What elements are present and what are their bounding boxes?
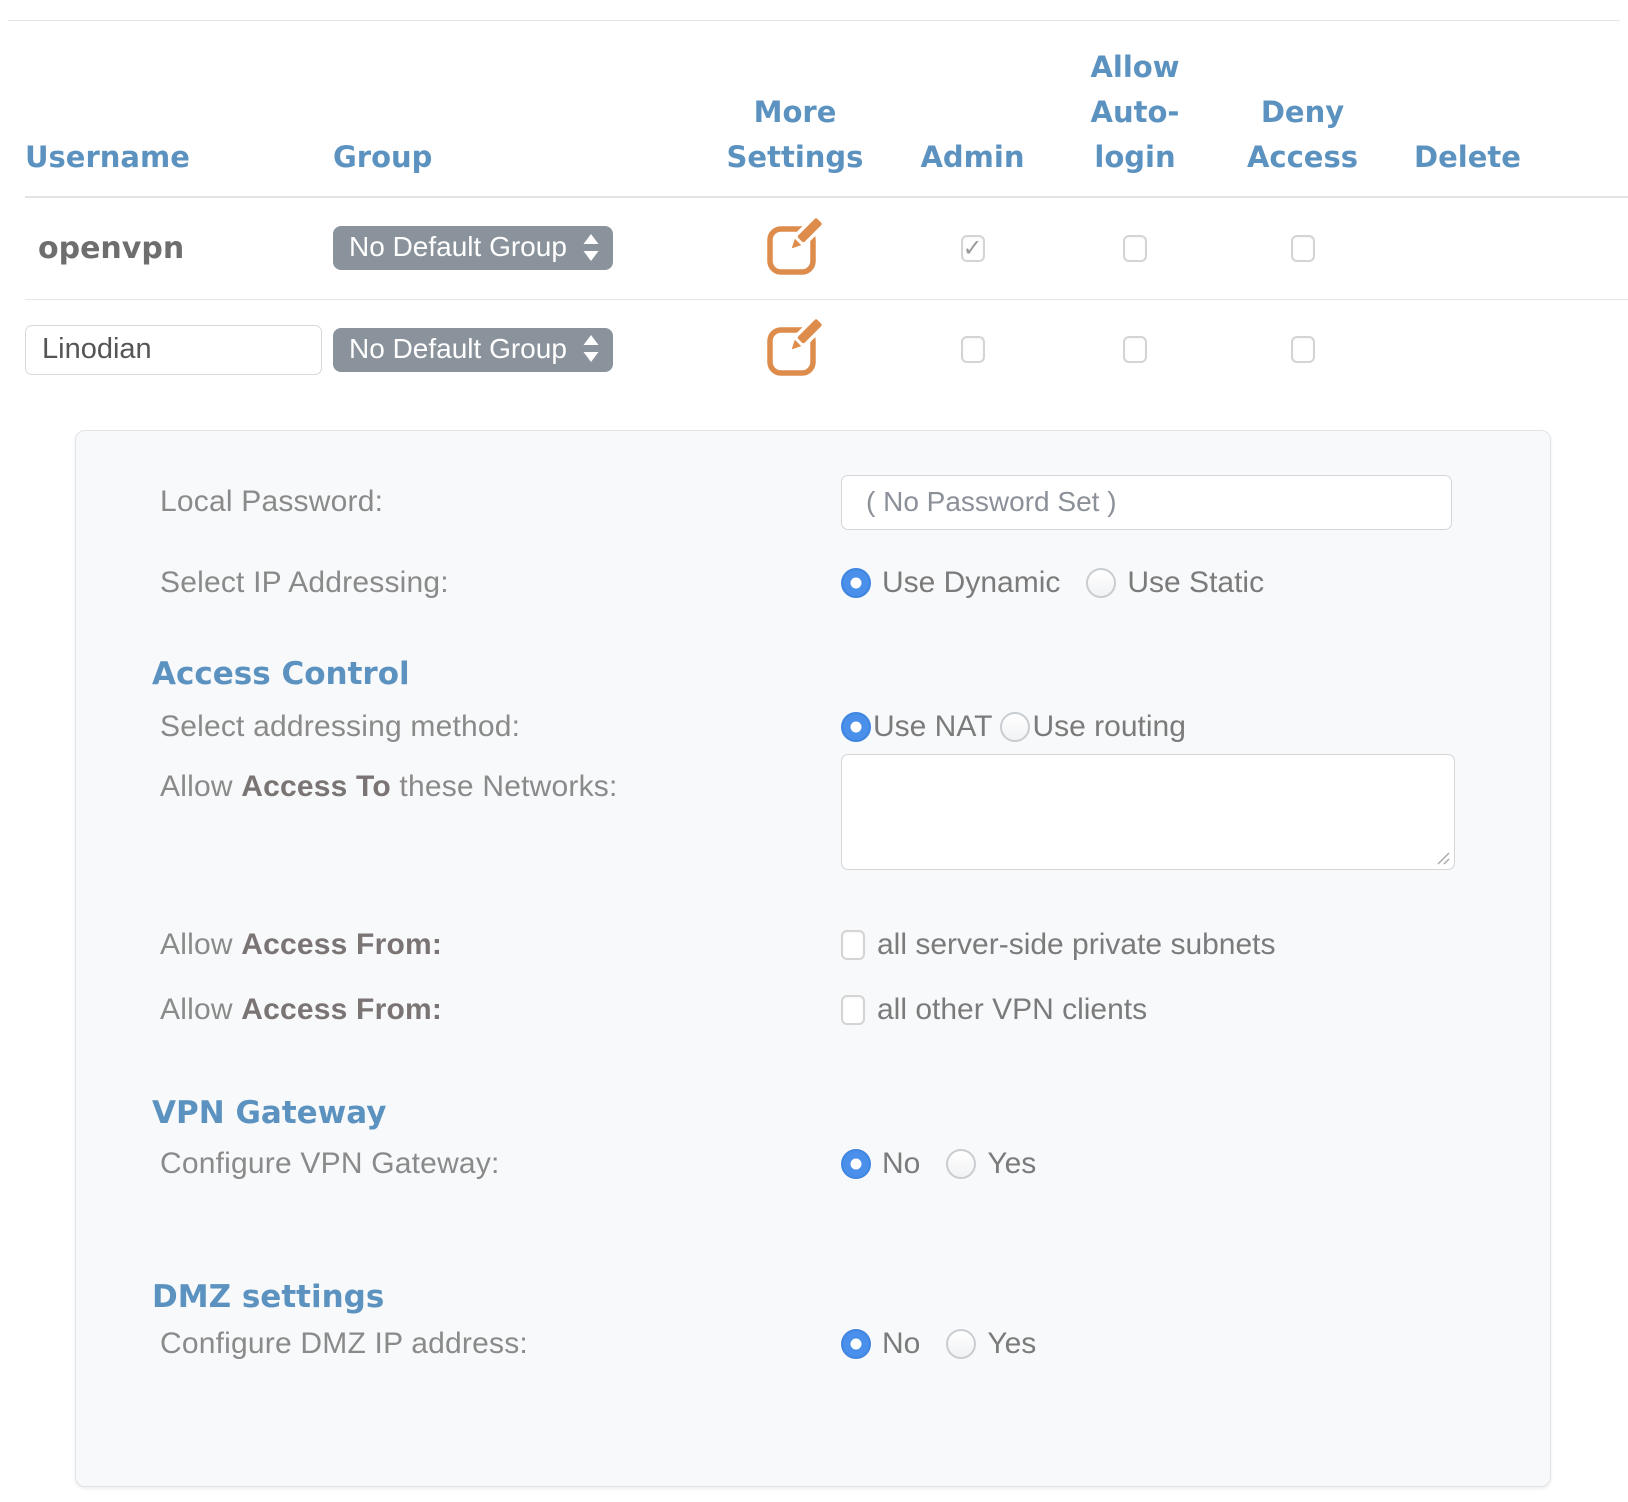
column-header-username: Username (25, 135, 333, 180)
group-select-value: No Default Group (349, 231, 567, 263)
radio-dmz-yes[interactable] (946, 1329, 976, 1359)
table-row: openvpn No Default Group (25, 198, 1628, 299)
admin-checkbox[interactable] (961, 336, 985, 363)
radio-vpn-gateway-no-label: No (882, 1147, 920, 1181)
user-settings-panel: Local Password: Select IP Addressing: Us… (75, 430, 1551, 1487)
radio-use-static-label: Use Static (1127, 566, 1264, 600)
access-control-heading: Access Control (152, 654, 1550, 694)
access-from-label: Allow Access From: (160, 928, 841, 962)
up-down-arrows-icon (583, 234, 599, 261)
group-select-value: No Default Group (349, 333, 567, 365)
more-settings-edit-icon[interactable] (764, 315, 826, 384)
column-header-group: Group (333, 135, 700, 180)
more-settings-edit-icon[interactable] (764, 214, 826, 283)
column-header-more-settings: More Settings (700, 90, 890, 180)
configure-vpn-gateway-row: Configure VPN Gateway: No Yes (160, 1147, 1550, 1181)
radio-dmz-no[interactable] (841, 1329, 871, 1359)
column-header-allow-autologin: Allow Auto-login (1055, 45, 1215, 180)
access-from-subnets-label: all server-side private subnets (877, 928, 1276, 962)
access-from-row: Allow Access From: all server-side priva… (160, 928, 1550, 962)
access-to-networks-row: Allow Access To these Networks: (160, 754, 1550, 870)
radio-use-static[interactable] (1086, 568, 1116, 598)
configure-dmz-label: Configure DMZ IP address: (160, 1327, 841, 1361)
table-row: No Default Group (25, 299, 1628, 400)
addressing-method-label: Select addressing method: (160, 710, 841, 744)
ip-addressing-row: Select IP Addressing: Use Dynamic Use St… (160, 566, 1550, 600)
radio-vpn-gateway-yes[interactable] (946, 1149, 976, 1179)
access-to-networks-label: Allow Access To these Networks: (160, 754, 841, 804)
ip-addressing-label: Select IP Addressing: (160, 566, 841, 600)
local-password-input[interactable] (841, 475, 1452, 530)
addressing-method-row: Select addressing method: Use NAT Use ro… (160, 710, 1550, 744)
column-header-delete: Delete (1390, 135, 1545, 180)
radio-use-routing-label: Use routing (1032, 710, 1185, 744)
radio-use-nat[interactable] (841, 712, 871, 742)
group-select[interactable]: No Default Group (333, 226, 613, 270)
dmz-settings-heading: DMZ settings (152, 1277, 1550, 1317)
vpn-gateway-heading: VPN Gateway (152, 1093, 1550, 1133)
access-from-row: Allow Access From: all other VPN clients (160, 993, 1550, 1027)
username-text: openvpn (25, 231, 184, 266)
radio-use-nat-label: Use NAT (873, 710, 992, 744)
radio-dmz-no-label: No (882, 1327, 920, 1361)
new-username-input[interactable] (25, 325, 322, 375)
access-from-subnets-checkbox[interactable] (841, 930, 865, 960)
up-down-arrows-icon (583, 335, 599, 362)
configure-vpn-gateway-label: Configure VPN Gateway: (160, 1147, 841, 1181)
table-header-row: Username Group More Settings Admin Allow… (25, 21, 1628, 198)
resize-grip-icon[interactable] (1435, 850, 1450, 865)
radio-vpn-gateway-yes-label: Yes (987, 1147, 1036, 1181)
access-from-clients-checkbox[interactable] (841, 995, 865, 1025)
deny-access-checkbox[interactable] (1291, 336, 1315, 363)
column-header-deny-access: Deny Access (1215, 90, 1390, 180)
admin-checkbox[interactable] (961, 235, 985, 262)
allow-autologin-checkbox[interactable] (1123, 235, 1147, 262)
radio-use-dynamic[interactable] (841, 568, 871, 598)
column-header-admin: Admin (890, 135, 1055, 180)
local-password-label: Local Password: (160, 485, 841, 519)
access-from-label: Allow Access From: (160, 993, 841, 1027)
radio-use-dynamic-label: Use Dynamic (882, 566, 1060, 600)
radio-use-routing[interactable] (1000, 712, 1030, 742)
local-password-row: Local Password: (160, 475, 1550, 530)
user-permissions-table: Username Group More Settings Admin Allow… (0, 21, 1628, 400)
access-from-clients-label: all other VPN clients (877, 993, 1147, 1027)
group-select[interactable]: No Default Group (333, 328, 613, 372)
allow-autologin-checkbox[interactable] (1123, 336, 1147, 363)
configure-dmz-row: Configure DMZ IP address: No Yes (160, 1327, 1550, 1361)
access-networks-textarea[interactable] (841, 754, 1455, 870)
deny-access-checkbox[interactable] (1291, 235, 1315, 262)
radio-dmz-yes-label: Yes (987, 1327, 1036, 1361)
radio-vpn-gateway-no[interactable] (841, 1149, 871, 1179)
